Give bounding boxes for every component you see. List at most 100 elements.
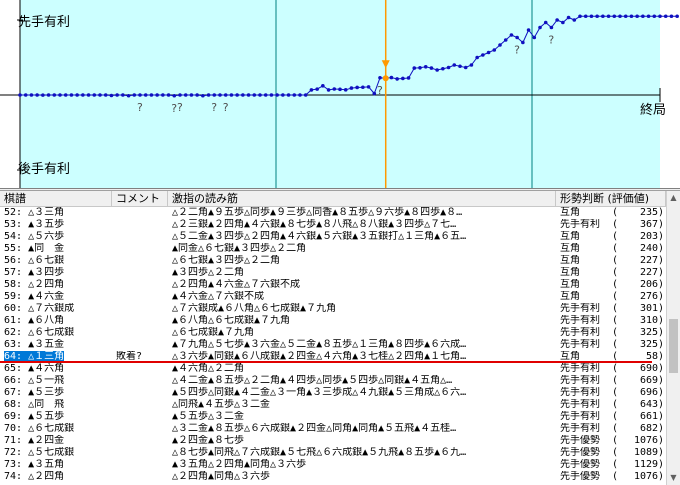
eval-graph[interactable]: ???????? 先手有利 後手有利 終局 <box>0 0 680 189</box>
comment-cell <box>116 255 168 267</box>
judge-cell: 先手有利 <box>560 375 612 387</box>
eval-point <box>526 28 531 32</box>
value-cell: ( 206) <box>612 279 662 291</box>
table-row[interactable]: 66: △５一飛 △４二金▲８五歩△２二角▲４四歩△同歩▲５四歩△同銀▲４五角△…… <box>0 375 666 387</box>
eval-point <box>212 93 217 97</box>
value-cell-text: 325 <box>639 339 659 350</box>
reading-cell-text: △６七成銀▲７九角 <box>172 327 255 338</box>
eval-graph-canvas[interactable]: ???????? <box>0 0 680 188</box>
value-cell: ( 669) <box>612 375 662 387</box>
table-row[interactable]: 56: △６七銀 △６七銀▲３四歩△２二角 互角 ( 227) <box>0 255 666 267</box>
header-comment[interactable]: コメント <box>112 191 168 206</box>
eval-point <box>246 93 251 97</box>
table-row[interactable]: 55: ▲同 金 ▲同金△６七銀▲３四歩△２二角 互角 ( 240) <box>0 243 666 255</box>
table-row[interactable]: 59: ▲４六金 ▲４六金△７六銀不成 互角 ( 276) <box>0 291 666 303</box>
paren-close: ) <box>658 303 662 314</box>
questionable-move-mark: ? <box>223 101 229 114</box>
paren-close: ) <box>658 363 662 374</box>
paren-open: ( <box>612 375 625 386</box>
header-judge[interactable]: 形勢判断 (評価値) <box>556 191 666 206</box>
reading-cell-text: △２四角▲４六金△７六銀不成 <box>172 279 301 290</box>
reading-cell-text: △５二金▲３四歩△２四角▲４六銀▲５六銀▲３五銀打△１三角▲６五… <box>172 231 467 242</box>
move-cell: 65: ▲４六角 <box>4 363 112 375</box>
paren-open: ( <box>612 399 625 410</box>
eval-point <box>41 93 45 97</box>
eval-point <box>281 93 285 97</box>
paren-close: ) <box>658 327 662 338</box>
move-cell-text: 61: ▲６八角 <box>4 315 65 326</box>
kifu-table[interactable]: 棋譜 コメント 激指の読み筋 形勢判断 (評価値) 52: △３三角 △２二角▲９… <box>0 190 680 485</box>
eval-point <box>475 55 479 60</box>
comment-cell <box>116 291 168 303</box>
eval-point <box>315 87 319 91</box>
eval-point <box>635 14 639 19</box>
judge-cell-text: 先手有利 <box>560 375 600 386</box>
table-row[interactable]: 68: △同 飛 △同飛▲４五歩△３二金 先手有利 ( 643) <box>0 399 666 411</box>
table-row[interactable]: 58: △２四角 △２四角▲４六金△７六銀不成 互角 ( 206) <box>0 279 666 291</box>
move-cell: 71: ▲２四金 <box>4 435 112 447</box>
eval-point <box>166 93 171 97</box>
eval-point <box>143 93 148 97</box>
vertical-scrollbar[interactable]: ▲ ▼ <box>666 191 680 485</box>
eval-point <box>515 35 519 40</box>
move-cell: 67: ▲５三歩 <box>4 387 112 399</box>
table-row[interactable]: 65: ▲４六角 ▲４六角△２二角 先手有利 ( 690) <box>0 363 666 375</box>
eval-point <box>263 93 268 97</box>
value-cell-text: 206 <box>639 279 659 290</box>
table-row[interactable]: 52: △３三角 △２二角▲９五歩△同歩▲９三歩△同香▲８五歩△９六歩▲８四歩▲８… <box>0 207 666 219</box>
move-cell-text: 68: △同 飛 <box>4 399 65 410</box>
table-rows: 52: △３三角 △２二角▲９五歩△同歩▲９三歩△同香▲８五歩△９六歩▲８四歩▲８… <box>0 207 666 485</box>
reading-cell-text: ▲５四歩△同銀▲４二金△３一角▲３三歩成△４九銀▲５三角成△６六… <box>172 387 467 398</box>
judge-cell-text: 先手有利 <box>560 303 600 314</box>
table-row[interactable]: 54: △５六歩 △５二金▲３四歩△２四角▲４六銀▲５六銀▲３五銀打△１三角▲６五… <box>0 231 666 243</box>
table-row[interactable]: 62: △６七成銀 △６七成銀▲７九角 先手有利 ( 325) <box>0 327 666 339</box>
table-row[interactable]: 74: △２四角 △２四角▲同角△３六歩 先手優勢 ( 1076) <box>0 471 666 483</box>
table-row[interactable]: 73: ▲３五角 ▲３五角△２四角▲同角△３六歩 先手優勢 ( 1129) <box>0 459 666 471</box>
move-cell-text: 63: ▲３五金 <box>4 339 65 350</box>
move-cell-text: 54: △５六歩 <box>4 231 65 242</box>
table-row[interactable]: 60: △７六銀成 △７六銀成▲６八角△６七成銀▲７九角 先手有利 ( 301) <box>0 303 666 315</box>
header-move[interactable]: 棋譜 <box>0 191 112 206</box>
eval-point <box>121 93 125 97</box>
eval-point <box>641 14 645 19</box>
value-wrap: 643 <box>624 399 658 411</box>
move-cell-text: 69: ▲５五歩 <box>4 411 65 422</box>
header-reading[interactable]: 激指の読み筋 <box>168 191 556 206</box>
table-row[interactable]: 72: △５七成銀 △８七歩▲同飛△７六成銀▲５七飛△６六成銀▲５九飛▲８五歩▲６… <box>0 447 666 459</box>
value-wrap: 276 <box>624 291 658 303</box>
value-wrap: 682 <box>624 423 658 435</box>
table-row[interactable]: 61: ▲６八角 ▲６八角△６七成銀▲７九角 先手有利 ( 310) <box>0 315 666 327</box>
scroll-up-icon[interactable]: ▲ <box>667 191 680 205</box>
eval-point <box>389 75 394 80</box>
value-cell-text: 696 <box>639 387 659 398</box>
paren-open: ( <box>612 435 625 446</box>
table-row[interactable]: 63: ▲３五金 ▲７九角△５七歩▲３六金△５二金▲８五歩△１三角▲８四歩▲６六成… <box>0 339 666 351</box>
scroll-down-icon[interactable]: ▼ <box>667 471 680 485</box>
reading-cell-text: △３二金▲８五歩△６六成銀▲２四金△同角▲同角▲５五飛▲４五桂… <box>172 423 457 434</box>
table-row[interactable]: 67: ▲５三歩 ▲５四歩△同銀▲４二金△３一角▲３三歩成△４九銀▲５三角成△６六… <box>0 387 666 399</box>
paren-close: ) <box>658 219 662 230</box>
comment-cell <box>116 231 168 243</box>
value-cell: ( 227) <box>612 267 662 279</box>
eval-point <box>286 93 291 97</box>
eval-point <box>355 85 359 90</box>
value-wrap: 367 <box>624 219 658 231</box>
eval-point <box>561 20 565 25</box>
table-row[interactable]: 53: ▲３五歩 △２三銀▲２四角▲４六銀▲８七歩▲８八飛△８八銀▲３四歩△７七…… <box>0 219 666 231</box>
table-row[interactable]: 71: ▲２四金 ▲２四金▲８七歩 先手優勢 ( 1076) <box>0 435 666 447</box>
eval-point <box>618 14 622 19</box>
table-row[interactable]: 69: ▲５五歩 ▲５五歩△３二金 先手有利 ( 661) <box>0 411 666 423</box>
eval-point <box>458 64 462 69</box>
value-cell: ( 325) <box>612 339 662 351</box>
value-wrap: 206 <box>624 279 658 291</box>
paren-open: ( <box>612 315 625 326</box>
value-cell: ( 367) <box>612 219 662 231</box>
reading-cell: ▲５五歩△３二金 <box>172 411 556 423</box>
move-cell: 54: △５六歩 <box>4 231 112 243</box>
move-cell-text: 56: △６七銀 <box>4 255 65 266</box>
eval-point <box>86 93 91 97</box>
table-row[interactable]: 57: ▲３四歩 ▲３四歩△２二角 互角 ( 227) <box>0 267 666 279</box>
scrollbar-thumb[interactable] <box>669 319 678 373</box>
table-row[interactable]: 70: △６七成銀 △３二金▲８五歩△６六成銀▲２四金△同角▲同角▲５五飛▲４五桂… <box>0 423 666 435</box>
eval-point <box>201 93 205 98</box>
